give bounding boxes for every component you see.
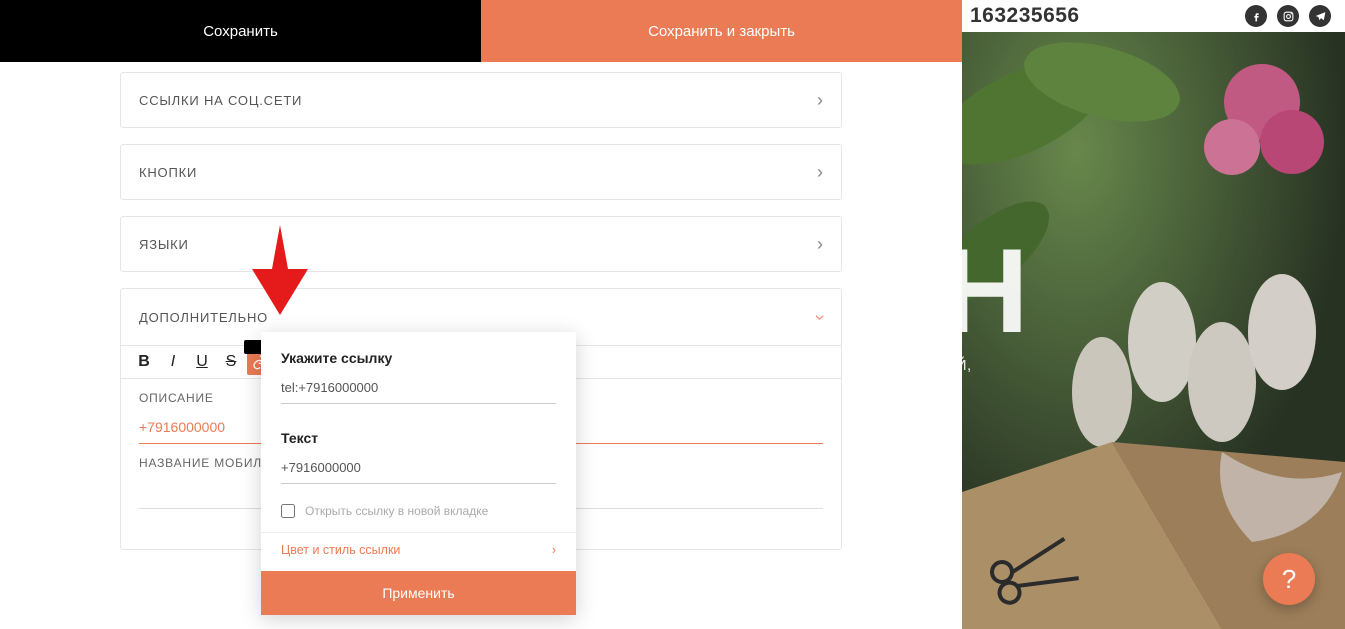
editor-pane: Сохранить Сохранить и закрыть ССЫЛКИ НА … <box>0 0 962 629</box>
panel-social-links[interactable]: ССЫЛКИ НА СОЦ.СЕТИ › <box>120 72 842 128</box>
help-button[interactable]: ? <box>1263 553 1315 605</box>
save-close-button[interactable]: Сохранить и закрыть <box>481 0 962 62</box>
panel-title: КНОПКИ <box>139 165 197 180</box>
panel-title: ССЫЛКИ НА СОЦ.СЕТИ <box>139 93 302 108</box>
popover-style-link[interactable]: Цвет и стиль ссылки › <box>261 532 576 571</box>
preview-hero: Н ЫЙ, М <box>962 32 1345 629</box>
hero-title-fragment: Н <box>962 222 1029 360</box>
instagram-icon[interactable] <box>1277 5 1299 27</box>
hero-subtitle-fragment: ЫЙ, М <box>962 352 972 409</box>
popover-style-label: Цвет и стиль ссылки <box>281 543 400 557</box>
italic-button[interactable]: I <box>160 349 186 375</box>
panel-buttons[interactable]: КНОПКИ › <box>120 144 842 200</box>
link-popover: Укажите ссылку Текст Открыть ссылку в но… <box>261 332 576 615</box>
bold-button[interactable]: B <box>131 349 157 375</box>
popover-url-input[interactable] <box>281 376 556 404</box>
chevron-right-icon: › <box>817 90 823 111</box>
strike-button[interactable]: S <box>218 349 244 375</box>
social-icons <box>1245 5 1331 27</box>
popover-apply-button[interactable]: Применить <box>261 571 576 615</box>
popover-url-label: Укажите ссылку <box>281 350 556 366</box>
chevron-down-icon: › <box>810 314 831 320</box>
chevron-right-icon: › <box>552 543 556 557</box>
newtab-label: Открыть ссылку в новой вкладке <box>305 504 488 518</box>
panel-languages[interactable]: ЯЗЫКИ › <box>120 216 842 272</box>
popover-newtab-checkbox[interactable]: Открыть ссылку в новой вкладке <box>261 492 576 532</box>
chevron-right-icon: › <box>817 234 823 255</box>
preview-pane: 163235656 <box>962 0 1345 629</box>
popover-text-input[interactable] <box>281 456 556 484</box>
preview-header: 163235656 <box>962 0 1345 32</box>
panel-title: ЯЗЫКИ <box>139 237 189 252</box>
preview-phone: 163235656 <box>970 4 1080 28</box>
top-actions: Сохранить Сохранить и закрыть <box>0 0 962 62</box>
popover-text-label: Текст <box>281 430 556 446</box>
chevron-right-icon: › <box>817 162 823 183</box>
panel-title: ДОПОЛНИТЕЛЬНО <box>139 310 268 325</box>
facebook-icon[interactable] <box>1245 5 1267 27</box>
save-button[interactable]: Сохранить <box>0 0 481 62</box>
underline-button[interactable]: U <box>189 349 215 375</box>
telegram-icon[interactable] <box>1309 5 1331 27</box>
newtab-checkbox-input[interactable] <box>281 504 295 518</box>
